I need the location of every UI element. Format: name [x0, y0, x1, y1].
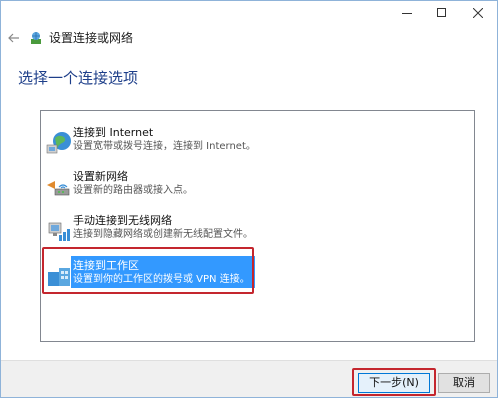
minimize-icon [402, 13, 412, 14]
globe-network-icon [46, 132, 71, 154]
window-title: 设置连接或网络 [49, 31, 134, 45]
page-heading: 选择一个连接选项 [18, 69, 139, 87]
option-description: 设置宽带或拨号连接，连接到 Internet。 [73, 141, 256, 152]
option-title: 手动连接到无线网络 [73, 214, 172, 227]
option-connect-internet[interactable]: 连接到 Internet 设置宽带或拨号连接，连接到 Internet。 [45, 123, 465, 163]
minimize-button[interactable] [389, 2, 423, 24]
option-setup-new-network[interactable]: 设置新网络 设置新的路由器或接入点。 [45, 167, 465, 207]
option-title: 连接到 Internet [73, 126, 154, 139]
maximize-button[interactable] [425, 2, 459, 24]
option-title: 设置新网络 [73, 170, 128, 183]
option-description: 设置新的路由器或接入点。 [73, 185, 193, 196]
close-icon [473, 8, 483, 18]
maximize-icon [437, 8, 446, 17]
annotation-frame-option [42, 247, 254, 294]
option-manual-wireless[interactable]: 手动连接到无线网络 连接到隐藏网络或创建新无线配置文件。 [45, 211, 465, 251]
wireless-network-icon [48, 222, 70, 241]
back-arrow-icon[interactable] [6, 30, 22, 46]
router-icon [47, 181, 70, 196]
annotation-frame-next [352, 368, 436, 396]
option-description: 连接到隐藏网络或创建新无线配置文件。 [73, 229, 253, 240]
close-button[interactable] [461, 2, 495, 24]
network-setup-icon [31, 32, 41, 44]
cancel-button[interactable]: 取消 [438, 373, 490, 393]
connection-options-list: 连接到 Internet 设置宽带或拨号连接，连接到 Internet。 设置新… [40, 110, 475, 342]
